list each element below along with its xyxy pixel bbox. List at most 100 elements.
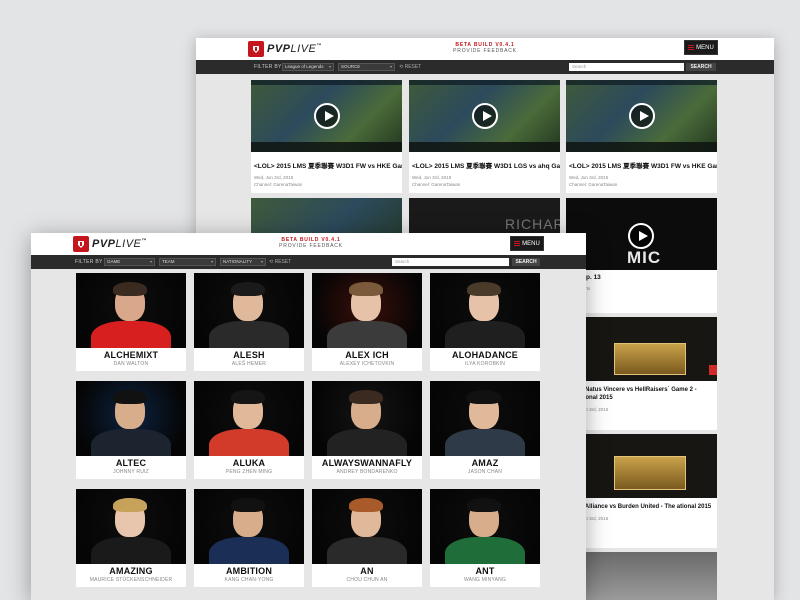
select-caret-icon: ▾: [260, 259, 263, 264]
top-header: PVPLIVE™ BETA BUILD V0.4.1 PROVIDE FEEDB…: [31, 233, 586, 255]
search-button[interactable]: SEARCH: [686, 63, 716, 71]
player-handle[interactable]: ALESH: [194, 350, 304, 360]
play-icon[interactable]: [313, 103, 340, 129]
video-thumbnail[interactable]: [566, 434, 717, 498]
search-input[interactable]: Search: [569, 63, 684, 71]
video-title[interactable]: ights Natus Vincere vs HellRaisers` Game…: [566, 381, 717, 406]
search-input[interactable]: Search: [392, 258, 509, 266]
player-card[interactable]: AMBITION KANG CHAN-YONG: [194, 489, 304, 587]
source-filter-select[interactable]: SOURCE ▾: [338, 63, 395, 71]
player-card[interactable]: ALESH ALEŠ HEMER: [194, 273, 304, 371]
video-channel: Channel: GarenaTaiwan: [254, 182, 303, 187]
video-card[interactable]: <LOL> 2015 LMS 夏季聯賽 W3D1 LGS vs ahq Game…: [409, 80, 560, 193]
player-handle[interactable]: ALTEC: [76, 458, 186, 468]
player-card[interactable]: ALUKA PENG ZHEN MING: [194, 381, 304, 479]
video-title[interactable]: <LOL> 2015 LMS 夏季聯賽 W3D1 LGS vs ahq Game…: [409, 152, 560, 174]
filter-bar: FILTER BY GAME ▾ TEAM ▾ NATIONALITY ▾ ⟲ RES…: [31, 255, 586, 269]
player-card[interactable]: ALTEC JOHNNY RUIZ: [76, 381, 186, 479]
player-photo[interactable]: [194, 381, 304, 456]
provide-feedback-link[interactable]: PROVIDE FEEDBACK: [251, 243, 371, 249]
video-thumbnail[interactable]: MIC: [566, 198, 717, 270]
player-photo[interactable]: [312, 381, 422, 456]
player-handle[interactable]: AN: [312, 566, 422, 576]
filter-bar: FILTER BY League of Legends ▾ SOURCE ▾ ⟲ R…: [196, 60, 774, 74]
video-card[interactable]: ights Alliance vs Burden United - The at…: [566, 434, 717, 548]
video-date: Wed, Jun 3rd, 2015: [412, 175, 452, 180]
player-photo[interactable]: [76, 489, 186, 564]
player-real-name: ALEŠ HEMER: [231, 361, 267, 367]
player-photo[interactable]: [312, 489, 422, 564]
player-real-name: JASON CHAN: [467, 469, 503, 475]
player-card[interactable]: ANT WANG MINYANG: [430, 489, 540, 587]
video-thumbnail[interactable]: [566, 80, 717, 152]
player-handle[interactable]: AMAZ: [430, 458, 540, 468]
menu-button[interactable]: MENU: [684, 40, 718, 55]
select-caret-icon: ▾: [328, 64, 331, 69]
player-card[interactable]: ALEX ICH ALEXEY ICHETOVKIN: [312, 273, 422, 371]
player-handle[interactable]: AMAZING: [76, 566, 186, 576]
player-card[interactable]: ALCHEMIXT DAN WALTON: [76, 273, 186, 371]
beta-notice: BETA BUILD V0.4.1 PROVIDE FEEDBACK: [425, 42, 545, 54]
player-card[interactable]: AMAZ JASON CHAN: [430, 381, 540, 479]
player-handle[interactable]: ALWAYSWANNAFLY: [312, 458, 422, 468]
video-card[interactable]: [566, 552, 717, 600]
player-handle[interactable]: ANT: [430, 566, 540, 576]
game-filter-select[interactable]: GAME ▾: [104, 258, 155, 266]
player-photo[interactable]: [76, 381, 186, 456]
player-card[interactable]: ALWAYSWANNAFLY ANDREY BONDARENKO: [312, 381, 422, 479]
video-title[interactable]: eck Ep. 13: [566, 270, 717, 285]
player-photo[interactable]: [194, 489, 304, 564]
player-photo[interactable]: [194, 273, 304, 348]
video-thumbnail[interactable]: [566, 317, 717, 381]
player-photo[interactable]: [430, 381, 540, 456]
play-icon[interactable]: [628, 103, 655, 129]
video-title[interactable]: <LOL> 2015 LMS 夏季聯賽 W3D1 FW vs HKE Game1: [251, 152, 402, 174]
helmet-logo-icon: [73, 236, 89, 252]
video-thumbnail[interactable]: [409, 80, 560, 152]
front-browser-window: PVPLIVE™ BETA BUILD V0.4.1 PROVIDE FEEDB…: [31, 233, 586, 600]
video-channel: Channel: GarenaTaiwan: [569, 182, 618, 187]
team-filter-select[interactable]: TEAM ▾: [159, 258, 216, 266]
video-title[interactable]: <LOL> 2015 LMS 夏季聯賽 W3D1 FW vs HKE Game2: [566, 152, 717, 174]
player-photo[interactable]: [430, 489, 540, 564]
player-handle[interactable]: ALEX ICH: [312, 350, 422, 360]
player-real-name: JOHNNY RUIZ: [113, 469, 149, 475]
player-card[interactable]: AMAZING MAURICE STÜCKENSCHNEIDER: [76, 489, 186, 587]
video-card[interactable]: ights Natus Vincere vs HellRaisers` Game…: [566, 317, 717, 430]
game-filter-select[interactable]: League of Legends ▾: [282, 63, 334, 71]
nationality-filter-select[interactable]: NATIONALITY ▾: [220, 258, 266, 266]
player-photo[interactable]: [76, 273, 186, 348]
pvplive-logo[interactable]: PVPLIVE™: [73, 236, 147, 252]
video-title[interactable]: ights Alliance vs Burden United - The at…: [566, 498, 717, 515]
video-date: Wed, Jun 3rd, 2015: [254, 175, 294, 180]
video-meta: Wed, Jun 3rd, 2015: [569, 516, 609, 521]
player-handle[interactable]: ALOHADANCE: [430, 350, 540, 360]
player-photo[interactable]: [430, 273, 540, 348]
video-card[interactable]: <LOL> 2015 LMS 夏季聯賽 W3D1 FW vs HKE Game2…: [566, 80, 717, 193]
menu-button[interactable]: MENU: [510, 236, 544, 251]
reset-button[interactable]: ⟲ RESET: [399, 64, 421, 70]
reset-button[interactable]: ⟲ RESET: [269, 259, 291, 265]
player-real-name: PENG ZHEN MING: [225, 469, 273, 475]
play-icon[interactable]: [628, 223, 654, 249]
video-card[interactable]: MIC eck Ep. 13 al, Esports: [566, 198, 717, 313]
select-caret-icon: ▾: [389, 64, 392, 69]
team-logo-icon: [709, 365, 717, 375]
play-icon[interactable]: [471, 103, 498, 129]
player-card[interactable]: AN CHOU CHUN AN: [312, 489, 422, 587]
video-card[interactable]: <LOL> 2015 LMS 夏季聯賽 W3D1 FW vs HKE Game1…: [251, 80, 402, 193]
provide-feedback-link[interactable]: PROVIDE FEEDBACK: [425, 48, 545, 54]
video-thumbnail[interactable]: [251, 80, 402, 152]
beta-notice: BETA BUILD V0.4.1 PROVIDE FEEDBACK: [251, 237, 371, 249]
player-handle[interactable]: ALUKA: [194, 458, 304, 468]
player-real-name: ANDREY BONDARENKO: [336, 469, 398, 475]
hamburger-icon: [688, 45, 695, 50]
player-card[interactable]: ALOHADANCE ILYA KOROBKIN: [430, 273, 540, 371]
pvplive-logo[interactable]: PVPLIVE™: [248, 41, 322, 57]
player-handle[interactable]: AMBITION: [194, 566, 304, 576]
video-thumbnail[interactable]: [566, 552, 717, 600]
player-handle[interactable]: ALCHEMIXT: [76, 350, 186, 360]
search-button[interactable]: SEARCH: [512, 258, 540, 266]
player-photo[interactable]: [312, 273, 422, 348]
helmet-logo-icon: [248, 41, 264, 57]
